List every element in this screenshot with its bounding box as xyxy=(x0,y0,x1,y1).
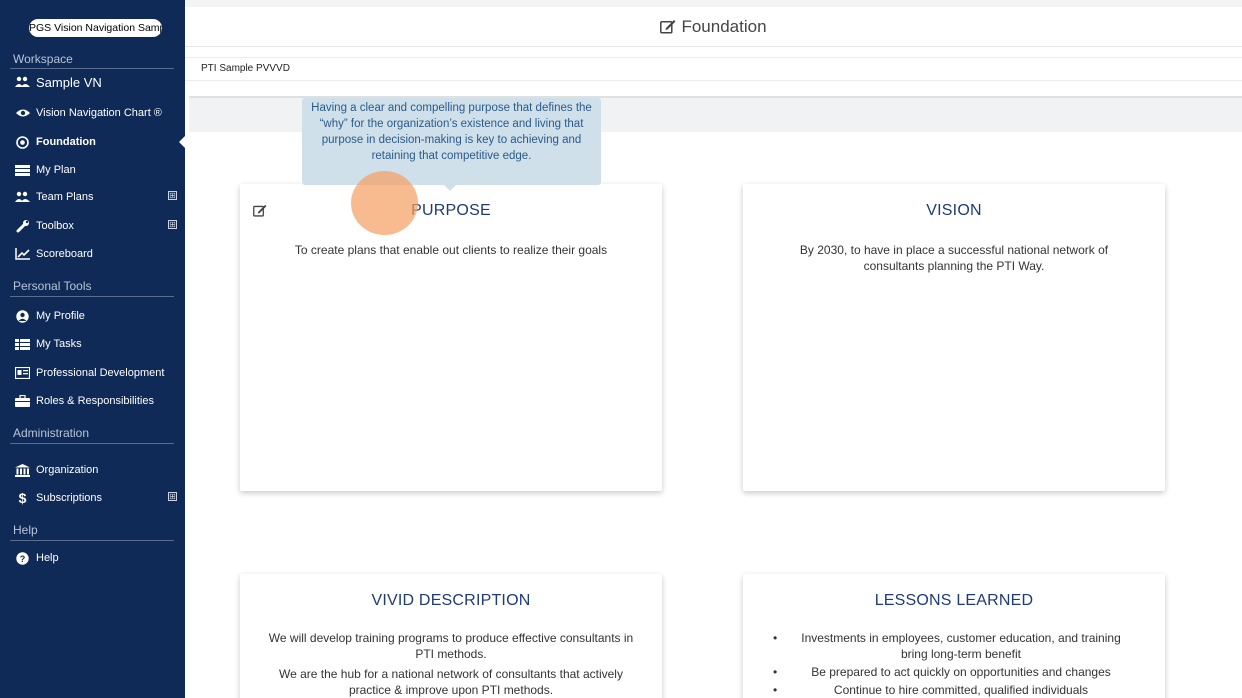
divider xyxy=(10,443,174,444)
vision-text: By 2030, to have in place a successful n… xyxy=(799,243,1109,273)
sidebar-item-label: My Plan xyxy=(36,164,76,176)
sidebar-item-my-tasks[interactable]: My Tasks xyxy=(0,333,185,355)
section-label-help: Help xyxy=(13,523,38,537)
section-label-personal-tools: Personal Tools xyxy=(13,279,92,293)
briefcase-icon xyxy=(15,394,30,408)
expand-icon[interactable]: ⊞ xyxy=(168,220,177,229)
sidebar-item-roles[interactable]: Roles & Responsibilities xyxy=(0,390,185,412)
purpose-card: PURPOSE To create plans that enable out … xyxy=(240,184,662,491)
user-circle-icon xyxy=(15,309,30,323)
purpose-title: PURPOSE xyxy=(411,202,491,219)
line-chart-icon xyxy=(15,247,30,261)
sidebar-item-foundation[interactable]: Foundation xyxy=(0,131,185,153)
users-icon xyxy=(15,190,30,204)
list-icon xyxy=(15,163,30,177)
vision-title: VISION xyxy=(926,202,982,219)
section-label-administration: Administration xyxy=(13,426,90,440)
divider xyxy=(10,68,174,69)
sidebar-item-label: Subscriptions xyxy=(36,492,103,504)
lessons-learned-title: LESSONS LEARNED xyxy=(874,592,1034,609)
lessons-list: Investments in employees, customer educa… xyxy=(773,630,1135,698)
id-card-icon xyxy=(15,366,30,380)
sidebar-item-label: My Tasks xyxy=(36,338,82,350)
sidebar-item-my-profile[interactable]: My Profile xyxy=(0,305,185,327)
sidebar: PGS Vision Navigation Sample Workspace S… xyxy=(0,0,185,698)
plan-name: PTI Sample PVVVD xyxy=(185,57,1242,81)
workspace-select[interactable]: PGS Vision Navigation Sample xyxy=(29,19,162,37)
sidebar-item-scoreboard[interactable]: Scoreboard xyxy=(0,243,185,265)
sidebar-item-label: Team Plans xyxy=(36,191,94,203)
users-icon xyxy=(15,75,30,89)
section-label-workspace: Workspace xyxy=(13,52,73,66)
sidebar-item-label: Toolbox xyxy=(36,220,74,232)
sidebar-item-my-plan[interactable]: My Plan xyxy=(0,159,185,181)
sidebar-item-label: Roles & Responsibilities xyxy=(36,395,154,407)
vivid-description-title: VIVID DESCRIPTION xyxy=(371,592,531,609)
vision-card: VISION By 2030, to have in place a succe… xyxy=(743,184,1165,491)
edit-icon xyxy=(660,19,676,34)
cursor-highlight xyxy=(351,171,418,235)
sidebar-item-label: Vision Navigation Chart ® xyxy=(36,107,162,119)
tooltip-arrow xyxy=(444,185,456,191)
eye-icon xyxy=(15,106,30,120)
expand-icon[interactable]: ⊞ xyxy=(168,191,177,200)
lessons-learned-card: LESSONS LEARNED Investments in employees… xyxy=(743,574,1165,698)
sidebar-item-vision-chart[interactable]: Vision Navigation Chart ® xyxy=(0,102,185,124)
sidebar-item-label: Professional Development xyxy=(36,367,165,379)
page-title: Foundation xyxy=(185,7,1242,47)
sidebar-item-professional-development[interactable]: Professional Development xyxy=(0,362,185,384)
sidebar-item-label: My Profile xyxy=(36,310,85,322)
dollar-icon: $ xyxy=(18,490,27,506)
list-item: Investments in employees, customer educa… xyxy=(773,630,1135,662)
sidebar-item-toolbox[interactable]: Toolbox ⊞ xyxy=(0,215,185,237)
sidebar-item-label: Organization xyxy=(36,464,99,476)
sidebar-item-sample-vn[interactable]: Sample VN xyxy=(0,71,185,93)
vivid-description-line: We are the hub for a national network of… xyxy=(279,667,623,697)
vivid-description-line: We will develop training programs to pro… xyxy=(268,631,634,661)
bullseye-icon xyxy=(15,135,30,149)
sidebar-item-label: Sample VN xyxy=(36,74,102,90)
divider xyxy=(10,540,174,541)
purpose-text: To create plans that enable out clients … xyxy=(294,243,608,257)
purpose-tooltip: Having a clear and compelling purpose th… xyxy=(302,98,601,185)
question-circle-icon: ? xyxy=(15,551,30,565)
sidebar-item-organization[interactable]: Organization xyxy=(0,459,185,481)
page-title-text: Foundation xyxy=(681,16,767,36)
sidebar-item-label: Help xyxy=(36,552,59,564)
expand-icon[interactable]: ⊞ xyxy=(168,492,177,501)
top-strip xyxy=(185,0,1242,7)
list-item: Continue to hire committed, qualified in… xyxy=(773,682,1135,698)
sidebar-item-team-plans[interactable]: Team Plans ⊞ xyxy=(0,186,185,208)
sidebar-item-help[interactable]: ? Help xyxy=(0,547,185,569)
sidebar-item-label: Foundation xyxy=(36,136,96,148)
vivid-description-card: VIVID DESCRIPTION We will develop traini… xyxy=(240,574,662,698)
institution-icon xyxy=(15,463,30,477)
list-item: Be prepared to act quickly on opportunit… xyxy=(773,664,1135,680)
svg-text:?: ? xyxy=(20,554,26,564)
sidebar-item-label: Scoreboard xyxy=(36,248,93,260)
table-list-icon xyxy=(15,337,30,351)
wrench-icon xyxy=(15,219,30,233)
divider xyxy=(10,296,174,297)
sidebar-item-subscriptions[interactable]: $ Subscriptions ⊞ xyxy=(0,487,185,509)
